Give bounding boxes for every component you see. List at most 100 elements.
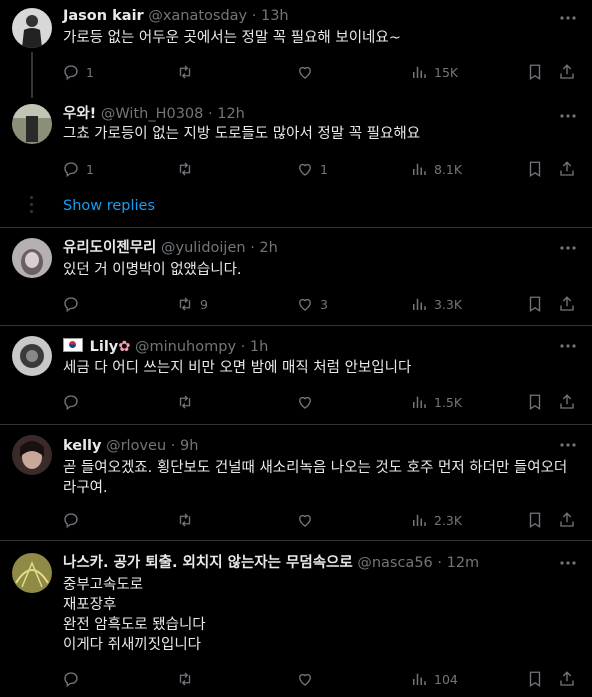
retweet-button[interactable] [176, 392, 200, 412]
avatar[interactable] [12, 553, 52, 593]
korea-flag-icon [63, 338, 83, 352]
author-handle[interactable]: @rloveu [106, 438, 166, 454]
tweet-actions: 1 15K [56, 62, 592, 82]
more-icon[interactable] [558, 8, 578, 28]
bookmark-icon [529, 296, 541, 313]
retweet-icon [179, 162, 191, 176]
like-count: 1 [320, 161, 328, 177]
bookmark-button[interactable] [526, 510, 550, 530]
reply-button[interactable] [62, 669, 86, 689]
author-handle[interactable]: @minuhompy [135, 339, 236, 355]
bookmark-icon [529, 161, 541, 178]
share-button[interactable] [558, 294, 582, 314]
thread-dots [30, 196, 33, 217]
bookmark-button[interactable] [526, 159, 550, 179]
tweet-header: Lily✿ @minuhompy · 1h [63, 337, 268, 357]
author-handle[interactable]: @nasca56 [357, 555, 432, 571]
share-icon [560, 394, 574, 409]
tweet-6[interactable]: 나스카. 공가 퇴출. 외치지 않는자는 무덤속으로 @nasca56 · 12… [0, 541, 592, 697]
tweet-3[interactable]: 유리도이젠무리 @yulidoijen · 2h 있던 거 이명박이 없앴습니다… [0, 228, 592, 324]
retweet-count: 9 [200, 296, 208, 312]
views-icon [413, 163, 426, 175]
like-button[interactable]: 1 [296, 159, 328, 179]
tweet-5[interactable]: kelly @rloveu · 9h 곧 들여오겠죠. 횡단보도 건널때 새소리… [0, 425, 592, 540]
reply-button[interactable] [62, 294, 86, 314]
author-name[interactable]: 나스카. 공가 퇴출. 외치지 않는자는 무덤속으로 [63, 555, 353, 571]
more-icon[interactable] [558, 106, 578, 126]
like-button[interactable] [296, 62, 320, 82]
retweet-button[interactable] [176, 62, 200, 82]
view-count: 8.1K [434, 161, 463, 177]
timestamp[interactable]: · 2h [250, 240, 278, 256]
author-handle[interactable]: @xanatosday [148, 8, 247, 24]
timestamp[interactable]: · 9h [171, 438, 199, 454]
retweet-icon [179, 297, 191, 311]
views-button[interactable]: 2.3K [410, 510, 462, 530]
bookmark-button[interactable] [526, 669, 550, 689]
reply-button[interactable] [62, 510, 86, 530]
timestamp[interactable]: · 13h [252, 8, 289, 24]
timestamp[interactable]: · 12m [437, 555, 479, 571]
bookmark-button[interactable] [526, 392, 550, 412]
heart-icon [299, 396, 311, 409]
more-icon[interactable] [558, 553, 578, 573]
flower-icon: ✿ [118, 339, 131, 355]
avatar[interactable] [12, 8, 52, 48]
share-button[interactable] [558, 510, 582, 530]
share-icon [560, 512, 574, 527]
more-icon[interactable] [558, 336, 578, 356]
author-name[interactable]: kelly [63, 438, 101, 454]
heart-icon [299, 514, 311, 527]
views-icon [413, 673, 426, 685]
author-name[interactable]: Jason kair [63, 8, 144, 24]
more-icon[interactable] [558, 435, 578, 455]
like-count: 3 [320, 296, 328, 312]
view-count: 2.3K [434, 512, 463, 528]
tweet-2[interactable]: 우와! @With_H0308 · 12h 그쵸 가로등이 없는 지방 도로들도… [0, 98, 592, 228]
retweet-button[interactable]: 9 [176, 294, 208, 314]
share-button[interactable] [558, 159, 582, 179]
share-button[interactable] [558, 392, 582, 412]
tweet-actions: 1 1 8.1K [56, 159, 592, 179]
retweet-button[interactable] [176, 669, 200, 689]
author-name[interactable]: 우와! [63, 106, 96, 122]
share-button[interactable] [558, 669, 582, 689]
views-button[interactable]: 3.3K [410, 294, 462, 314]
avatar[interactable] [12, 104, 52, 144]
more-icon[interactable] [558, 238, 578, 258]
timestamp[interactable]: · 12h [208, 106, 245, 122]
like-button[interactable]: 3 [296, 294, 328, 314]
view-count: 3.3K [434, 296, 463, 312]
reply-button[interactable] [62, 392, 86, 412]
like-button[interactable] [296, 669, 320, 689]
retweet-button[interactable] [176, 510, 200, 530]
retweet-button[interactable] [176, 159, 200, 179]
avatar[interactable] [12, 435, 52, 475]
tweet-text: 곧 들여오겠죠. 횡단보도 건널때 새소리녹음 나오는 것도 호주 먼저 하더만… [63, 460, 568, 496]
heart-icon [299, 673, 311, 686]
author-name[interactable]: Lily [90, 339, 119, 355]
avatar[interactable] [12, 238, 52, 278]
author-handle[interactable]: @With_H0308 [101, 106, 203, 122]
bookmark-button[interactable] [526, 62, 550, 82]
views-button[interactable]: 15K [410, 62, 458, 82]
tweet-4[interactable]: Lily✿ @minuhompy · 1h 세금 다 어디 쓰는지 비만 오면 … [0, 326, 592, 424]
author-handle[interactable]: @yulidoijen [161, 240, 246, 256]
views-button[interactable]: 8.1K [410, 159, 462, 179]
like-button[interactable] [296, 510, 320, 530]
view-count: 15K [434, 64, 459, 80]
views-button[interactable]: 104 [410, 669, 458, 689]
timestamp[interactable]: · 1h [241, 339, 269, 355]
share-icon [560, 671, 574, 686]
author-name[interactable]: 유리도이젠무리 [63, 240, 156, 256]
show-replies-link[interactable]: Show replies [63, 198, 155, 214]
bookmark-button[interactable] [526, 294, 550, 314]
tweet-1[interactable]: Jason kair @xanatosday · 13h 가로등 없는 어두운 … [0, 0, 592, 98]
like-button[interactable] [296, 392, 320, 412]
reply-button[interactable]: 1 [62, 159, 94, 179]
share-button[interactable] [558, 62, 582, 82]
avatar[interactable] [12, 336, 52, 376]
views-button[interactable]: 1.5K [410, 392, 462, 412]
reply-button[interactable]: 1 [62, 62, 94, 82]
reply-icon [64, 672, 78, 688]
